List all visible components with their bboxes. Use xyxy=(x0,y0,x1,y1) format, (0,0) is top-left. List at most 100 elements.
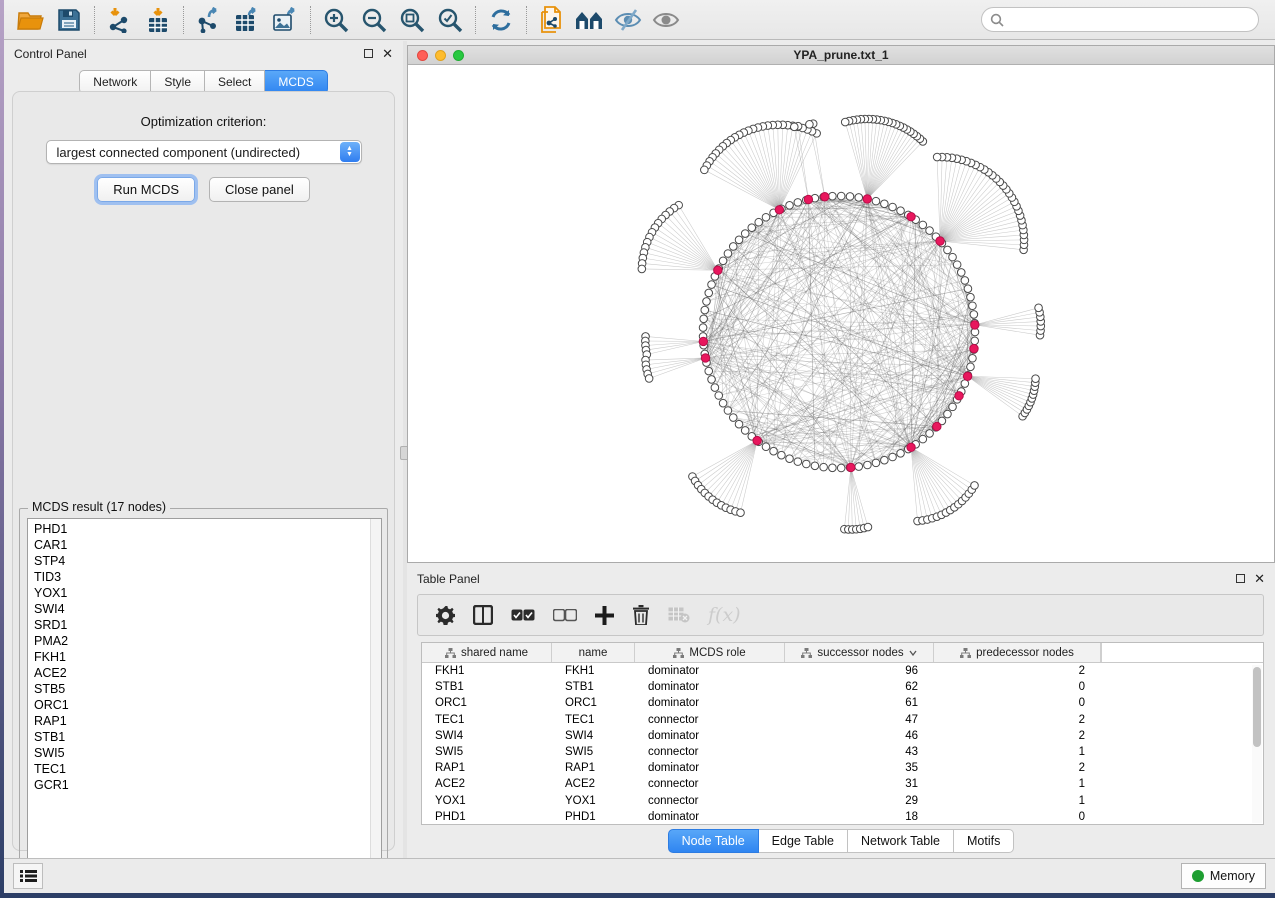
network-node[interactable] xyxy=(949,253,957,261)
column-header-successor-nodes[interactable]: successor nodes xyxy=(785,643,934,662)
export-network-icon[interactable] xyxy=(190,4,228,36)
network-node[interactable] xyxy=(889,203,897,211)
close-panel-icon[interactable]: ✕ xyxy=(1254,574,1265,583)
mcds-result-item[interactable]: RAP1 xyxy=(34,713,381,729)
mcds-dominator-node[interactable] xyxy=(963,372,971,380)
network-node[interactable] xyxy=(970,311,978,319)
show-panels-list-icon[interactable] xyxy=(13,863,43,889)
table-row[interactable]: ACE2ACE2connector311 xyxy=(422,776,1263,792)
mcds-result-item[interactable]: SWI4 xyxy=(34,601,381,617)
memory-button[interactable]: Memory xyxy=(1181,863,1266,889)
network-node[interactable] xyxy=(724,407,732,415)
mcds-result-item[interactable]: TID3 xyxy=(34,569,381,585)
network-node[interactable] xyxy=(794,199,802,207)
table-row[interactable]: YOX1YOX1connector291 xyxy=(422,793,1263,809)
mcds-result-item[interactable]: ACE2 xyxy=(34,665,381,681)
network-node[interactable] xyxy=(971,482,979,490)
mcds-dominator-node[interactable] xyxy=(933,422,941,430)
close-panel-button[interactable]: Close panel xyxy=(209,177,310,202)
network-node[interactable] xyxy=(829,192,837,200)
network-node[interactable] xyxy=(700,315,708,323)
network-node[interactable] xyxy=(919,221,927,229)
add-column-icon[interactable] xyxy=(595,606,614,625)
network-node[interactable] xyxy=(806,121,814,129)
mcds-dominator-node[interactable] xyxy=(936,237,944,245)
first-neighbors-icon[interactable] xyxy=(571,4,609,36)
network-node[interactable] xyxy=(1035,304,1043,312)
network-node[interactable] xyxy=(729,414,737,422)
network-node[interactable] xyxy=(964,285,972,293)
network-node[interactable] xyxy=(708,281,716,289)
table-row[interactable]: RAP1RAP1dominator352 xyxy=(422,760,1263,776)
network-node[interactable] xyxy=(719,257,727,265)
column-header-shared-name[interactable]: shared name xyxy=(422,643,552,662)
network-node[interactable] xyxy=(926,227,934,235)
mcds-result-list[interactable]: PHD1CAR1STP4TID3YOX1SWI4SRD1PMA2FKH1ACE2… xyxy=(27,518,382,870)
network-node[interactable] xyxy=(711,384,719,392)
network-node[interactable] xyxy=(786,455,794,463)
export-table-icon[interactable] xyxy=(228,4,266,36)
network-node[interactable] xyxy=(762,443,770,451)
show-columns-icon[interactable] xyxy=(473,605,493,625)
close-panel-icon[interactable]: ✕ xyxy=(382,49,393,58)
network-node[interactable] xyxy=(829,464,837,472)
network-node[interactable] xyxy=(855,194,863,202)
result-list-scrollbar[interactable] xyxy=(370,519,381,869)
column-header-name[interactable]: name xyxy=(552,643,635,662)
show-all-icon[interactable] xyxy=(647,4,685,36)
network-node[interactable] xyxy=(855,463,863,471)
table-scrollbar-thumb[interactable] xyxy=(1253,667,1261,747)
network-node[interactable] xyxy=(786,202,794,210)
network-view-titlebar[interactable]: YPA_prune.txt_1 xyxy=(408,46,1274,65)
table-row[interactable]: STB1STB1dominator620 xyxy=(422,679,1263,695)
network-node[interactable] xyxy=(638,265,646,273)
zoom-selected-icon[interactable] xyxy=(431,4,469,36)
network-node[interactable] xyxy=(790,123,798,131)
network-node[interactable] xyxy=(735,236,743,244)
network-node[interactable] xyxy=(926,430,934,438)
run-mcds-button[interactable]: Run MCDS xyxy=(97,177,195,202)
mcds-result-item[interactable]: GCR1 xyxy=(34,777,381,793)
mcds-result-item[interactable]: STB5 xyxy=(34,681,381,697)
network-node[interactable] xyxy=(872,197,880,205)
network-node[interactable] xyxy=(881,200,889,208)
network-node[interactable] xyxy=(705,289,713,297)
table-row[interactable]: FKH1FKH1dominator962 xyxy=(422,663,1263,679)
network-node[interactable] xyxy=(837,464,845,472)
mcds-dominator-node[interactable] xyxy=(847,463,855,471)
new-network-from-selection-icon[interactable] xyxy=(533,4,571,36)
column-header-MCDS-role[interactable]: MCDS role xyxy=(635,643,785,662)
network-node[interactable] xyxy=(762,213,770,221)
network-node[interactable] xyxy=(705,367,713,375)
table-scrollbar[interactable] xyxy=(1252,665,1262,823)
network-node[interactable] xyxy=(967,363,975,371)
zoom-out-icon[interactable] xyxy=(355,4,393,36)
mcds-dominator-node[interactable] xyxy=(863,195,871,203)
network-node[interactable] xyxy=(802,460,810,468)
network-node[interactable] xyxy=(837,192,845,200)
mcds-dominator-node[interactable] xyxy=(907,443,915,451)
mcds-dominator-node[interactable] xyxy=(775,206,783,214)
network-node[interactable] xyxy=(715,392,723,400)
network-node[interactable] xyxy=(841,118,849,126)
network-node[interactable] xyxy=(949,403,957,411)
network-node[interactable] xyxy=(919,435,927,443)
mcds-result-item[interactable]: STP4 xyxy=(34,553,381,569)
mcds-dominator-node[interactable] xyxy=(971,321,979,329)
network-node[interactable] xyxy=(724,250,732,258)
network-node[interactable] xyxy=(971,337,979,345)
tab-edge-table[interactable]: Edge Table xyxy=(759,829,848,853)
network-node[interactable] xyxy=(820,463,828,471)
tab-motifs[interactable]: Motifs xyxy=(954,829,1014,853)
network-node[interactable] xyxy=(967,293,975,301)
criterion-select[interactable]: largest connected component (undirected)… xyxy=(46,140,362,164)
table-row[interactable]: TEC1TEC1connector472 xyxy=(422,712,1263,728)
table-settings-gear-icon[interactable] xyxy=(436,606,455,625)
network-node[interactable] xyxy=(897,449,905,457)
mcds-dominator-node[interactable] xyxy=(699,337,707,345)
network-node[interactable] xyxy=(708,376,716,384)
mcds-result-item[interactable]: ORC1 xyxy=(34,697,381,713)
delete-column-trash-icon[interactable] xyxy=(632,605,650,625)
export-image-icon[interactable] xyxy=(266,4,304,36)
network-node[interactable] xyxy=(794,458,802,466)
